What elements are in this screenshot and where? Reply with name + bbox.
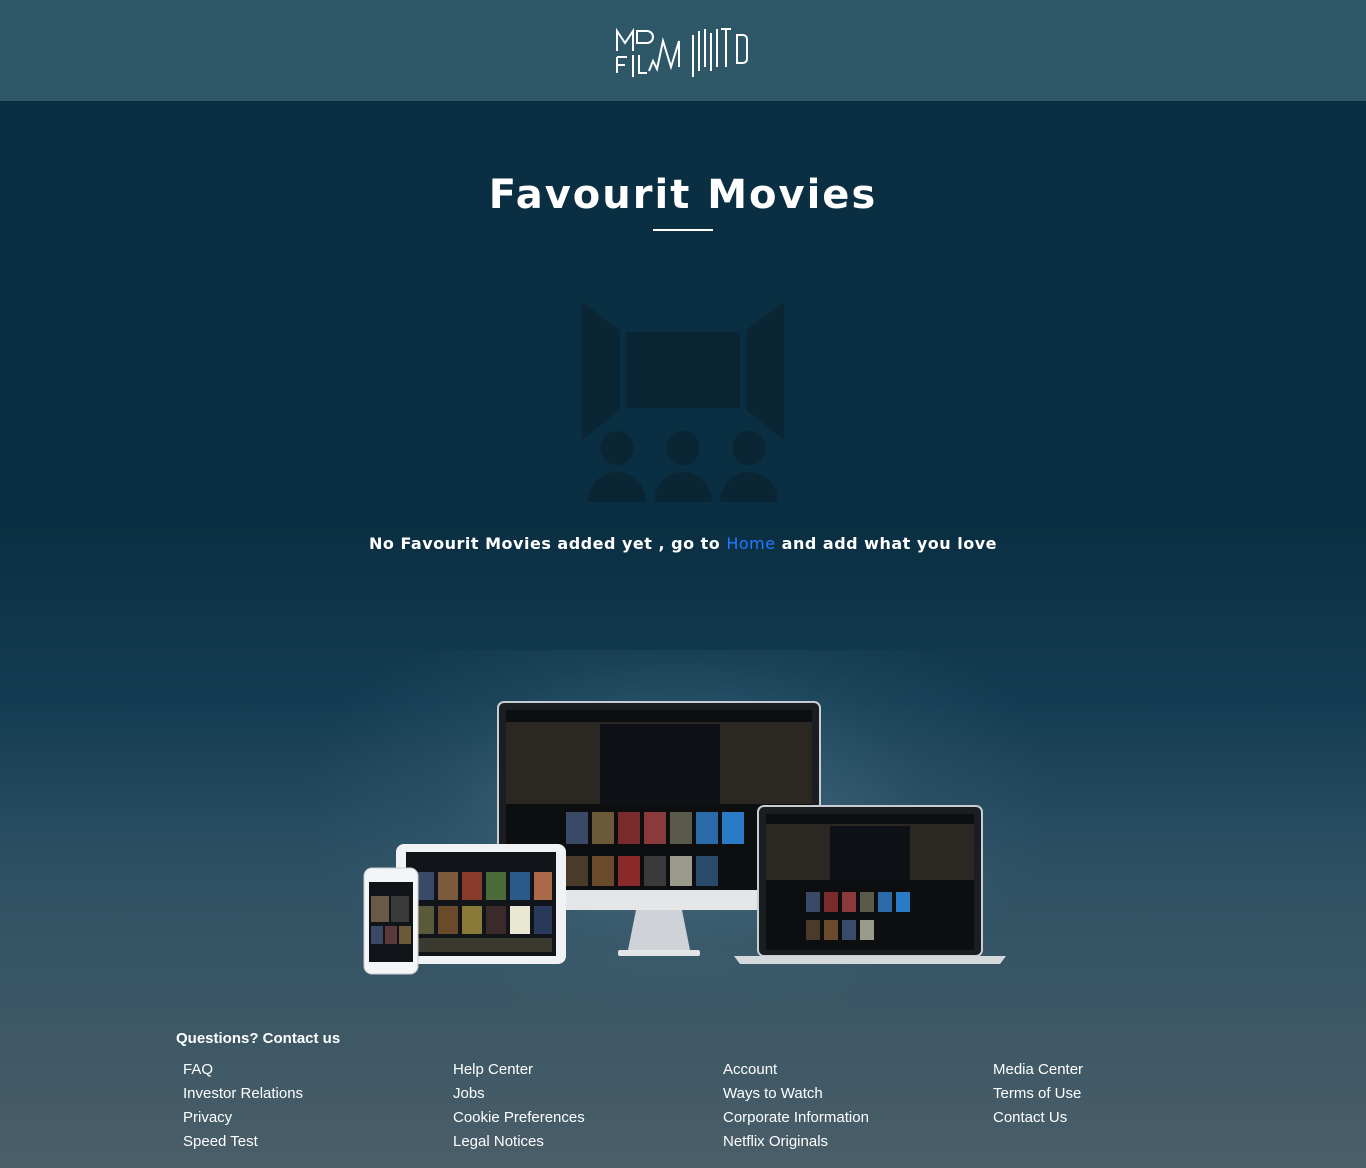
multi-device-streaming-image [363,701,1006,975]
footer-heading: Questions? Contact us [176,1030,341,1047]
footer-link-investor-relations[interactable]: Investor Relations [183,1082,303,1106]
home-link[interactable]: Home [726,534,775,553]
footer-link-ways-to-watch[interactable]: Ways to Watch [723,1082,869,1106]
cinema-audience-icon [582,302,784,502]
footer-link-corporate-information[interactable]: Corporate Information [723,1106,869,1130]
footer-link-privacy[interactable]: Privacy [183,1106,303,1130]
empty-message-prefix: No Favourit Movies added yet , go to [368,534,727,553]
footer-column-3: Account Ways to Watch Corporate Informat… [723,1058,869,1154]
footer-column-2: Help Center Jobs Cookie Preferences Lega… [453,1058,585,1154]
footer-link-legal-notices[interactable]: Legal Notices [453,1130,585,1154]
footer-link-netflix-originals[interactable]: Netflix Originals [723,1130,869,1154]
footer-link-help-center[interactable]: Help Center [453,1058,585,1082]
footer-link-cookie-preferences[interactable]: Cookie Preferences [453,1106,585,1130]
title-underline [653,229,713,231]
footer-link-faq[interactable]: FAQ [183,1058,303,1082]
momento-film-logo-icon[interactable] [613,21,753,81]
footer-link-account[interactable]: Account [723,1058,869,1082]
top-header [0,0,1366,101]
empty-favourites-message: No Favourit Movies added yet , go to Hom… [0,534,1366,553]
footer-column-1: FAQ Investor Relations Privacy Speed Tes… [183,1058,303,1154]
footer-link-jobs[interactable]: Jobs [453,1082,585,1106]
footer-link-speed-test[interactable]: Speed Test [183,1130,303,1154]
empty-message-suffix: and add what you love [775,534,997,553]
footer-link-contact-us[interactable]: Contact Us [993,1106,1083,1130]
footer-column-4: Media Center Terms of Use Contact Us [993,1058,1083,1130]
footer-link-terms-of-use[interactable]: Terms of Use [993,1082,1083,1106]
footer-link-media-center[interactable]: Media Center [993,1058,1083,1082]
page-title: Favourit Movies [488,172,878,218]
